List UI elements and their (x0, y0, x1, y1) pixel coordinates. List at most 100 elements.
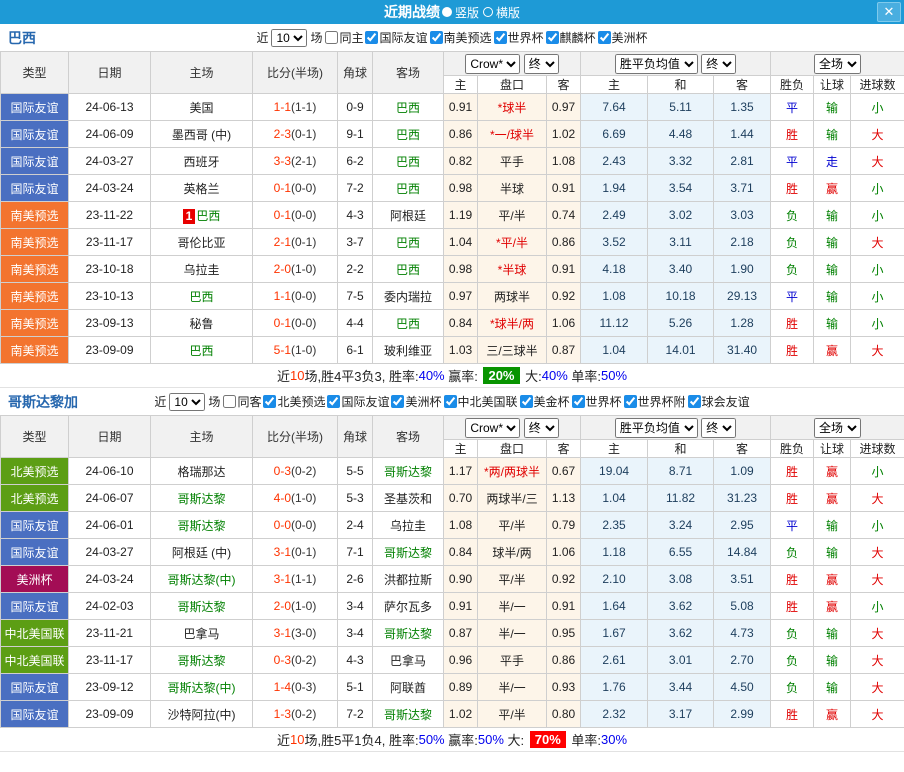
checkbox-input[interactable] (223, 395, 237, 408)
league-badge: 国际友谊 (0, 174, 69, 202)
close-icon[interactable]: ✕ (877, 2, 901, 22)
result-handicap: 赢 (813, 457, 852, 485)
filter-checkbox[interactable]: 球会友谊 (687, 393, 750, 410)
checkbox-input[interactable] (545, 31, 559, 44)
filter-checkbox[interactable]: 国际友谊 (365, 29, 428, 46)
avg-draw-odds: 11.82 (647, 484, 715, 512)
score: 2-3(0-1) (252, 120, 338, 148)
match-row: 国际友谊 24-02-03 哥斯达黎 2-0(1-0) 3-4 萨尔瓦多 0.91 半/一 0.… (0, 592, 904, 620)
filter-checkbox[interactable]: 世界杯 (571, 393, 622, 410)
filter-checkbox[interactable]: 美洲杯 (391, 393, 442, 410)
checkbox-input[interactable] (687, 395, 701, 408)
result-goals: 小 (850, 282, 904, 310)
corners: 4-4 (337, 309, 373, 337)
filter-checkbox[interactable]: 北美预选 (263, 393, 325, 410)
avg-draw-odds: 3.02 (647, 201, 715, 229)
radio-selected-icon (441, 7, 452, 17)
checkbox-input[interactable] (443, 395, 457, 408)
handicap-line: 半/一 (477, 673, 547, 701)
filter-checkbox[interactable]: 世界杯附 (623, 393, 686, 410)
league-badge: 南美预选 (0, 228, 69, 256)
checkbox-input[interactable] (391, 395, 405, 408)
near-label: 近 (256, 31, 269, 45)
handicap-away-odds: 0.91 (545, 255, 582, 283)
away-team: 洪都拉斯 (372, 565, 444, 593)
match-row: 南美预选 23-11-17 哥伦比亚 2-1(0-1) 3-7 巴西 1.04 *平/半 0.8… (0, 228, 904, 256)
match-count-select[interactable]: 10 (169, 392, 206, 411)
scope-dropdown-cell: 全场 (770, 51, 904, 76)
checkbox-input[interactable] (325, 31, 339, 44)
checkbox-input[interactable] (263, 395, 277, 408)
filter-checkbox[interactable]: 美洲杯 (597, 29, 648, 46)
scope-select[interactable]: 全场 (814, 417, 862, 438)
radio-vertical[interactable]: 竖版 (441, 4, 479, 21)
match-row: 国际友谊 24-03-27 西班牙 3-3(2-1) 6-2 巴西 0.82 平手 1.08 2.… (0, 147, 904, 175)
filter-label: 世界杯附 (637, 395, 686, 409)
scope-dropdown-cell: 全场 (770, 415, 904, 440)
avg-win-odds: 19.04 (580, 457, 649, 485)
checkbox-input[interactable] (623, 395, 637, 408)
checkbox-input[interactable] (365, 31, 379, 44)
filter-checkbox[interactable]: 中北美国联 (443, 393, 518, 410)
avg-draw-odds: 3.44 (647, 673, 715, 701)
result-goals: 大 (850, 228, 904, 256)
games-label: 场 (310, 31, 323, 45)
filter-checkbox[interactable]: 同主 (325, 29, 363, 46)
odds-final-select[interactable]: 终 (523, 417, 559, 438)
away-team: 巴西 (372, 147, 444, 175)
checkbox-input[interactable] (493, 31, 507, 44)
avg-final-select[interactable]: 终 (701, 417, 737, 438)
games-label: 场 (208, 395, 221, 409)
sub-header-handicap: 盘口 (477, 75, 547, 94)
avg-final-select[interactable]: 终 (701, 53, 737, 74)
filter-label: 球会友谊 (701, 395, 750, 409)
avg-type-select[interactable]: 胜平负均值 (614, 417, 698, 438)
odds-source-select[interactable]: Crow* (465, 417, 521, 438)
filter-checkbox[interactable]: 麒麟杯 (545, 29, 596, 46)
score: 3-1(0-1) (252, 538, 338, 566)
scope-select[interactable]: 全场 (814, 53, 862, 74)
radio-horizontal[interactable]: 横版 (483, 4, 520, 21)
filter-checkbox[interactable]: 世界杯 (493, 29, 544, 46)
summary-costa-rica: 近 10 场,胜5平1负4, 胜率: 50% 赢率: 50% 大: 70% 单率: 30% (0, 728, 904, 752)
avg-lose-odds: 5.08 (713, 592, 772, 620)
handicap-home-odds: 0.91 (443, 93, 478, 121)
odds-final-select[interactable]: 终 (523, 53, 559, 74)
checkbox-input[interactable] (571, 395, 585, 408)
result-goals: 大 (850, 484, 904, 512)
sub-header-avg-draw: 和 (647, 439, 715, 458)
result-handicap: 输 (813, 255, 852, 283)
checkbox-input[interactable] (429, 31, 443, 44)
summary-segment: 40% (418, 368, 445, 383)
handicap-line: 半/一 (477, 619, 547, 647)
col-header-home: 主场 (150, 51, 253, 94)
match-row: 中北美国联 23-11-17 哥斯达黎 0-3(0-2) 4-3 巴拿马 0.96 平手 0.8… (0, 646, 904, 674)
handicap-away-odds: 1.08 (545, 147, 582, 175)
filter-checkbox[interactable]: 南美预选 (429, 29, 492, 46)
match-count-select[interactable]: 10 (271, 28, 308, 47)
filter-checkbox[interactable]: 国际友谊 (327, 393, 389, 410)
avg-type-select[interactable]: 胜平负均值 (614, 53, 698, 74)
home-team: 美国 (150, 93, 253, 121)
filter-checkbox[interactable]: 美金杯 (519, 393, 570, 410)
sub-header-avg-lose: 客 (713, 439, 772, 458)
result-goals: 小 (850, 93, 904, 121)
handicap-home-odds: 0.91 (443, 592, 478, 620)
avg-win-odds: 1.64 (580, 592, 649, 620)
checkbox-input[interactable] (597, 31, 611, 44)
away-team: 圣基茨和 (372, 484, 444, 512)
league-badge: 国际友谊 (0, 700, 69, 728)
match-row: 国际友谊 23-09-09 沙特阿拉(中) 1-3(0-2) 7-2 哥斯达黎 1.02 平/… (0, 700, 904, 728)
handicap-line: *平/半 (477, 228, 547, 256)
summary-segment: 近 (276, 369, 290, 384)
filter-checkbox[interactable]: 同客 (223, 393, 261, 410)
odds-source-select[interactable]: Crow* (465, 53, 521, 74)
handicap-home-odds: 1.03 (443, 336, 478, 364)
summary-segment: 场,胜5平1负4, 胜率: (304, 733, 419, 748)
league-badge: 中北美国联 (0, 646, 69, 674)
match-row: 南美预选 23-10-13 巴西 1-1(0-0) 7-5 委内瑞拉 0.97 两球半 0.92… (0, 282, 904, 310)
checkbox-input[interactable] (327, 395, 341, 408)
result-handicap: 走 (813, 147, 852, 175)
home-team: 墨西哥 (中) (150, 120, 253, 148)
checkbox-input[interactable] (519, 395, 533, 408)
